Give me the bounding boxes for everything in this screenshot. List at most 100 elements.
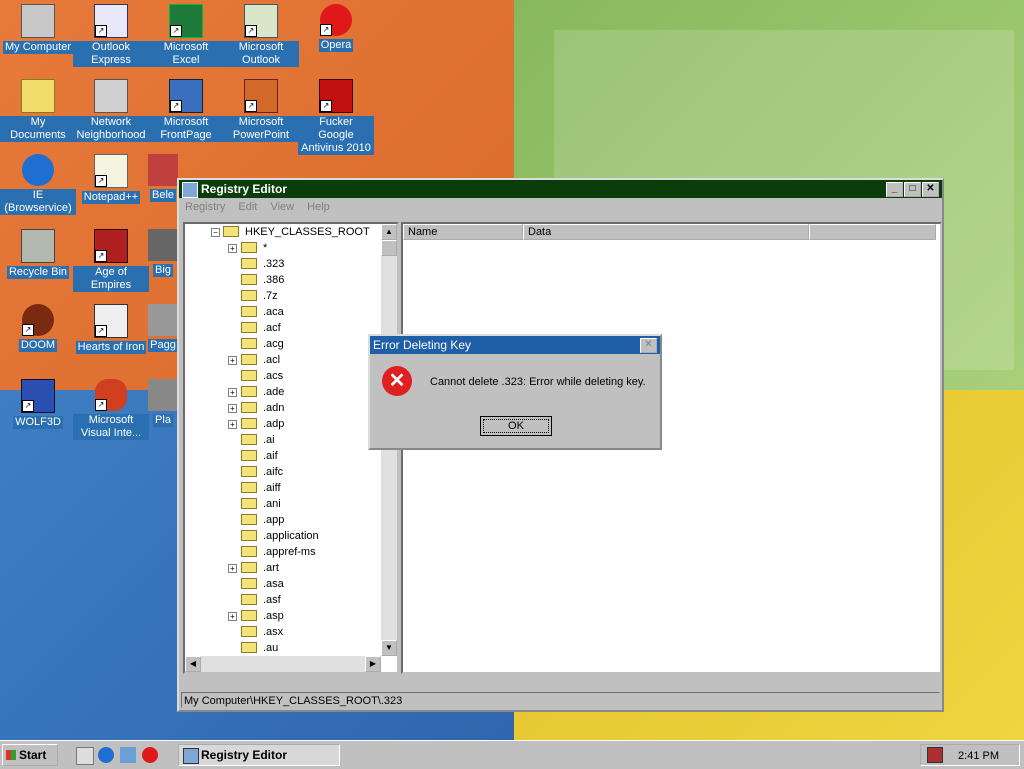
desktop-icon-opera[interactable]: ↗ Opera — [298, 4, 374, 52]
desktop-icon-frontpage[interactable]: ↗ Microsoft FrontPage — [148, 79, 224, 142]
tree-item[interactable]: .7z — [185, 288, 381, 304]
collapse-icon[interactable]: − — [211, 228, 220, 237]
opera-icon: ↗ — [320, 4, 352, 36]
column-data[interactable]: Data — [523, 224, 809, 240]
folder-icon — [241, 322, 257, 333]
folder-icon — [21, 79, 55, 113]
tree-item[interactable]: + .adp — [185, 416, 381, 432]
desktop-icon-recycle-bin[interactable]: Recycle Bin — [0, 229, 76, 279]
tray-app-icon[interactable] — [927, 747, 943, 763]
tree-item[interactable]: + .ade — [185, 384, 381, 400]
desktop-icon-partial-3[interactable]: Pagg — [148, 304, 178, 352]
folder-icon — [241, 546, 257, 557]
tree-item[interactable]: .aif — [185, 448, 381, 464]
tree-item[interactable]: .acf — [185, 320, 381, 336]
desktop-icon-partial-4[interactable]: Pla — [148, 379, 178, 427]
desktop-icon-visual[interactable]: ↗ Microsoft Visual Inte... — [73, 379, 149, 440]
folder-icon — [241, 466, 257, 477]
desktop-icon-excel[interactable]: ↗ Microsoft Excel — [148, 4, 224, 67]
tree-item[interactable]: .aifc — [185, 464, 381, 480]
scroll-right-icon[interactable]: ▶ — [365, 656, 381, 672]
tree-item[interactable]: .appref-ms — [185, 544, 381, 560]
tree-item[interactable]: + .acl — [185, 352, 381, 368]
expand-icon[interactable]: + — [228, 420, 237, 429]
minimize-button[interactable]: _ — [886, 182, 903, 197]
tree-horizontal-scrollbar[interactable]: ◀ ▶ — [185, 656, 381, 672]
tree-item[interactable]: .asf — [185, 592, 381, 608]
tree-item[interactable]: + .adn — [185, 400, 381, 416]
expand-icon[interactable]: + — [228, 388, 237, 397]
scroll-up-icon[interactable]: ▲ — [381, 224, 397, 240]
tree-item[interactable]: .aiff — [185, 480, 381, 496]
column-spacer — [809, 224, 936, 240]
desktop-icon-notepad[interactable]: ↗ Notepad++ — [73, 154, 149, 204]
ie-quicklaunch-icon[interactable] — [98, 747, 114, 763]
tree-item[interactable]: .acs — [185, 368, 381, 384]
desktop-icon-ie[interactable]: IE (Browservice) — [0, 154, 76, 215]
folder-icon — [241, 370, 257, 381]
desktop-icon-age-of-empires[interactable]: ↗ Age of Empires — [73, 229, 149, 292]
windows-logo-icon — [6, 750, 16, 760]
desktop-icon-doom[interactable]: ↗ DOOM — [0, 304, 76, 352]
tree-item[interactable]: .application — [185, 528, 381, 544]
desktop-icon-wolf3d[interactable]: ↗ WOLF3D — [0, 379, 76, 429]
tree-item[interactable]: .asx — [185, 624, 381, 640]
tree-item[interactable]: .386 — [185, 272, 381, 288]
menu-view[interactable]: View — [270, 201, 294, 213]
scroll-down-icon[interactable]: ▼ — [381, 640, 397, 656]
tree-item[interactable]: + .asp — [185, 608, 381, 624]
clock[interactable]: 2:41 PM — [958, 748, 999, 764]
desktop-icon-hearts-of-iron[interactable]: ↗ Hearts of Iron — [73, 304, 149, 354]
dialog-title: Error Deleting Key — [373, 338, 472, 352]
expand-icon[interactable]: + — [228, 404, 237, 413]
tree-item[interactable]: .acg — [185, 336, 381, 352]
maximize-button[interactable]: □ — [904, 182, 921, 197]
tree-item[interactable]: .aca — [185, 304, 381, 320]
folder-icon — [241, 642, 257, 653]
desktop-icon-my-computer[interactable]: My Computer — [0, 4, 76, 54]
folder-icon — [241, 402, 257, 413]
key-tree[interactable]: − HKEY_CLASSES_ROOT + * .323.386.7z .aca .ac… — [183, 222, 399, 674]
desktop-icon-outlook-express[interactable]: ↗ Outlook Express — [73, 4, 149, 67]
outlook-quicklaunch-icon[interactable] — [120, 747, 136, 763]
start-button[interactable]: Start — [2, 744, 58, 766]
dialog-close-icon[interactable]: ✕ — [640, 338, 657, 353]
expand-icon[interactable]: + — [228, 612, 237, 621]
desktop-icon-powerpoint[interactable]: ↗ Microsoft PowerPoint — [223, 79, 299, 142]
folder-icon — [241, 354, 257, 365]
tree-item[interactable]: .ai — [185, 432, 381, 448]
close-button[interactable]: ✕ — [922, 182, 939, 197]
desktop-icon-antivirus[interactable]: ↗ Fucker Google Antivirus 2010 — [298, 79, 374, 155]
tree-item[interactable]: .ani — [185, 496, 381, 512]
ok-button[interactable]: OK — [480, 416, 552, 436]
desktop-icon-outlook[interactable]: ↗ Microsoft Outlook — [223, 4, 299, 67]
desktop-icon-partial-1[interactable]: Bele — [148, 154, 178, 202]
expand-icon[interactable]: + — [228, 356, 237, 365]
scroll-left-icon[interactable]: ◀ — [185, 656, 201, 672]
tree-item[interactable]: .au — [185, 640, 381, 656]
desktop-icon-partial-2[interactable]: Big — [148, 229, 178, 277]
tree-item[interactable]: + * — [185, 240, 381, 256]
tree-root[interactable]: − HKEY_CLASSES_ROOT — [185, 224, 381, 240]
opera-quicklaunch-icon[interactable] — [142, 747, 158, 763]
taskbar-item-registry-editor[interactable]: Registry Editor — [178, 744, 340, 766]
expand-icon[interactable]: + — [228, 244, 237, 253]
tree-item[interactable]: .asa — [185, 576, 381, 592]
scroll-thumb[interactable] — [381, 240, 397, 256]
frontpage-icon: ↗ — [169, 79, 203, 113]
tree-item[interactable]: .app — [185, 512, 381, 528]
menu-help[interactable]: Help — [307, 201, 330, 213]
tree-item[interactable]: .323 — [185, 256, 381, 272]
menu-registry[interactable]: Registry — [185, 201, 225, 213]
excel-icon: ↗ — [169, 4, 203, 38]
column-name[interactable]: Name — [403, 224, 523, 240]
expand-icon[interactable]: + — [228, 564, 237, 573]
window-titlebar[interactable]: Registry Editor _ □ ✕ — [179, 180, 942, 198]
game-icon: ↗ — [94, 229, 128, 263]
dialog-titlebar[interactable]: Error Deleting Key ✕ — [370, 336, 660, 354]
show-desktop-icon[interactable] — [76, 747, 94, 765]
desktop-icon-my-documents[interactable]: My Documents — [0, 79, 76, 142]
desktop-icon-network[interactable]: Network Neighborhood — [73, 79, 149, 142]
tree-item[interactable]: + .art — [185, 560, 381, 576]
menu-edit[interactable]: Edit — [238, 201, 257, 213]
